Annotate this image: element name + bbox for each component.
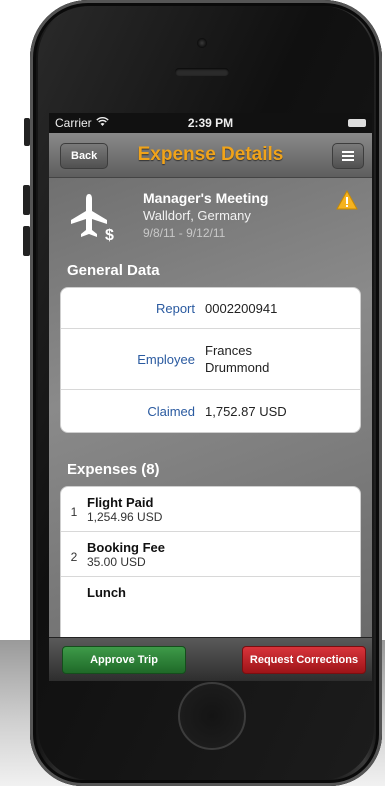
- expense-amount: 1,254.96 USD: [87, 510, 163, 524]
- claimed-label: Claimed: [147, 403, 195, 419]
- employee-value: Frances Drummond: [205, 343, 270, 375]
- screen: Carrier 2:39 PM Back Expense Details $ M…: [49, 113, 372, 681]
- general-data-heading: General Data: [67, 262, 160, 279]
- expense-number: 2: [70, 550, 78, 564]
- front-camera: [197, 38, 207, 48]
- request-corrections-button[interactable]: Request Corrections: [242, 646, 366, 674]
- expense-name: Flight Paid: [87, 495, 154, 510]
- volume-up-button: [23, 185, 30, 215]
- content-area: $ Manager's Meeting Walldorf, Germany 9/…: [49, 178, 372, 678]
- warning-triangle-icon[interactable]: [336, 189, 358, 210]
- report-label: Report: [155, 300, 195, 316]
- expense-number: 1: [70, 505, 78, 519]
- trip-header: $ Manager's Meeting Walldorf, Germany 9/…: [49, 178, 372, 262]
- employee-label: Employee: [137, 351, 195, 367]
- airplane-dollar-icon: $: [67, 192, 117, 244]
- expense-name: Lunch: [87, 585, 126, 600]
- employee-row[interactable]: Employee Frances Drummond: [61, 329, 360, 390]
- battery-icon: [348, 119, 366, 127]
- report-value: 0002200941: [205, 300, 278, 316]
- list-item[interactable]: Lunch: [61, 577, 360, 622]
- approve-trip-button[interactable]: Approve Trip: [62, 646, 186, 674]
- bottom-toolbar: Approve Trip Request Corrections: [49, 637, 372, 681]
- general-data-card: Report 0002200941 Employee Frances Drumm…: [60, 287, 361, 433]
- trip-location: Walldorf, Germany: [143, 208, 251, 223]
- status-bar: Carrier 2:39 PM: [49, 113, 372, 133]
- list-icon[interactable]: [332, 143, 364, 169]
- clock: 2:39 PM: [187, 116, 234, 130]
- navigation-bar: Back Expense Details: [49, 133, 372, 178]
- svg-text:$: $: [105, 227, 114, 242]
- list-item[interactable]: 1 Flight Paid 1,254.96 USD: [61, 487, 360, 532]
- page-title: Expense Details: [137, 144, 284, 165]
- claimed-row: Claimed 1,752.87 USD: [61, 390, 360, 432]
- list-item[interactable]: 2 Booking Fee 35.00 USD: [61, 532, 360, 577]
- expense-amount: 35.00 USD: [87, 555, 146, 569]
- earpiece-speaker: [175, 68, 229, 76]
- volume-down-button: [23, 226, 30, 256]
- mute-switch: [24, 118, 30, 146]
- home-button[interactable]: [178, 682, 246, 750]
- claimed-value: 1,752.87 USD: [205, 403, 287, 419]
- trip-title: Manager's Meeting: [143, 190, 269, 206]
- trip-dates: 9/8/11 - 9/12/11: [143, 226, 226, 240]
- expense-name: Booking Fee: [87, 540, 166, 555]
- expenses-heading: Expenses (8): [67, 461, 160, 478]
- expense-number: [61, 585, 87, 595]
- report-row: Report 0002200941: [61, 288, 360, 329]
